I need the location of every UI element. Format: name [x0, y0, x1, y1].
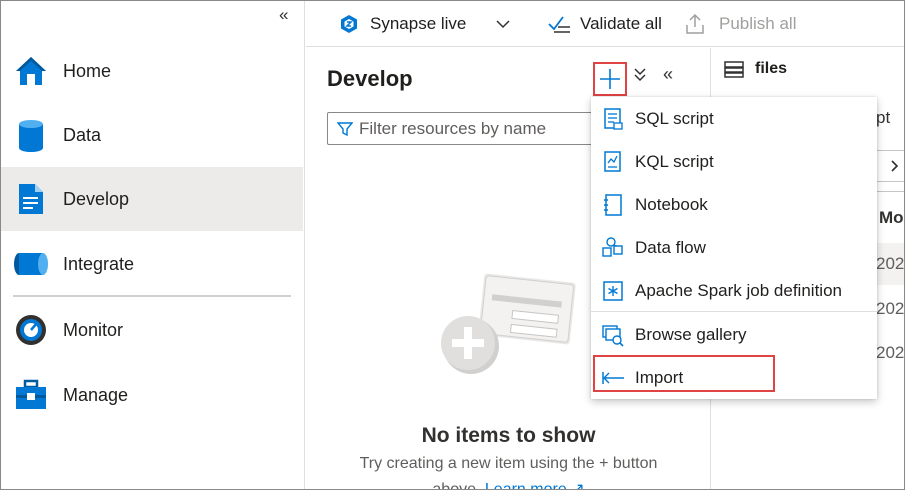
menu-item-label: Browse gallery [635, 324, 747, 344]
filter-icon [337, 121, 353, 137]
kql-script-icon [601, 150, 625, 174]
learn-more-label: Learn more [484, 481, 567, 490]
nav-item-monitor[interactable]: Monitor [1, 298, 303, 362]
expand-all-icon[interactable] [633, 66, 647, 87]
home-icon [13, 53, 49, 89]
synapse-icon [340, 14, 358, 34]
chevron-right-icon [891, 160, 899, 172]
chevron-down-icon [496, 14, 510, 34]
empty-state-illustration [441, 270, 581, 385]
pipeline-icon [13, 246, 49, 282]
cell-value: 202 [876, 343, 905, 362]
data-flow-icon [601, 236, 625, 260]
nav-label: Manage [63, 384, 129, 405]
cell-value: 202 [876, 254, 905, 273]
workspace-label: Synapse live [370, 14, 467, 33]
sql-script-icon [601, 107, 625, 131]
toolbox-icon [13, 377, 49, 413]
add-new-resource-button[interactable] [593, 62, 627, 96]
menu-item-notebook[interactable]: Notebook [591, 183, 877, 226]
menu-item-browse-gallery[interactable]: Browse gallery [591, 313, 877, 356]
page-title: Develop [327, 66, 413, 91]
column-header: Mo [879, 208, 904, 227]
upload-icon [685, 13, 705, 35]
partial-text: pt [876, 108, 891, 127]
nav-label: Data [63, 124, 102, 145]
menu-divider [591, 311, 877, 312]
import-highlight-box [593, 355, 775, 392]
menu-item-kql-script[interactable]: KQL script [591, 140, 877, 183]
files-header: files [723, 60, 787, 78]
menu-item-label: KQL script [635, 151, 714, 171]
menu-item-label: SQL script [635, 108, 714, 128]
nav-item-integrate[interactable]: Integrate [1, 232, 303, 296]
nav-label: Develop [63, 188, 130, 209]
nav-item-home[interactable]: Home [1, 39, 303, 103]
filter-input[interactable] [359, 118, 589, 139]
double-chevron-left-icon[interactable]: « [279, 5, 288, 25]
menu-item-label: Data flow [635, 237, 706, 257]
nav-item-data[interactable]: Data [1, 103, 303, 167]
cell-value: 202 [876, 299, 905, 318]
workspace-selector[interactable]: Synapse live [340, 1, 510, 47]
top-toolbar: Synapse live Validate all Publish all [306, 1, 904, 47]
menu-item-spark-job-definition[interactable]: Apache Spark job definition [591, 269, 877, 312]
validate-all-button[interactable]: Validate all [548, 1, 662, 47]
collapse-pane-icon[interactable]: « [663, 64, 673, 85]
menu-item-sql-script[interactable]: SQL script [591, 97, 877, 140]
notebook-icon [601, 193, 625, 217]
publish-label: Publish all [719, 14, 797, 33]
nav-divider [13, 295, 291, 297]
files-icon [723, 60, 745, 78]
files-label: files [755, 60, 788, 77]
nav-item-manage[interactable]: Manage [1, 363, 303, 427]
new-resource-menu: SQL script KQL script Notebook Data flow… [591, 97, 877, 399]
menu-item-label: Notebook [635, 194, 708, 214]
browse-gallery-icon [601, 323, 625, 347]
empty-state-title: No items to show [421, 424, 596, 447]
empty-state-subtitle: Try creating a new item using the + butt… [359, 455, 658, 472]
plus-icon [599, 68, 621, 90]
database-icon [13, 117, 49, 153]
nav-label: Integrate [63, 253, 135, 274]
document-icon [13, 181, 49, 217]
validate-icon [548, 14, 572, 34]
gauge-icon [13, 312, 49, 348]
validate-label: Validate all [580, 14, 662, 33]
left-navigation: « Home Data Develop Integrate Monitor Ma… [1, 1, 305, 489]
menu-item-label: Apache Spark job definition [635, 280, 842, 300]
publish-all-button[interactable]: Publish all [685, 1, 797, 47]
spark-job-icon [601, 279, 625, 303]
menu-item-data-flow[interactable]: Data flow [591, 226, 877, 269]
nav-label: Monitor [63, 319, 124, 340]
nav-label: Home [63, 60, 112, 81]
external-link-icon: ↗ [571, 481, 585, 490]
empty-state-tail-text: above. [432, 481, 481, 490]
learn-more-link[interactable]: Learn more ↗ [484, 481, 585, 490]
nav-item-develop[interactable]: Develop [1, 167, 303, 231]
app-window: « Home Data Develop Integrate Monitor Ma… [0, 0, 905, 490]
empty-state-subtitle-tail: above. Learn more ↗ [306, 479, 711, 490]
